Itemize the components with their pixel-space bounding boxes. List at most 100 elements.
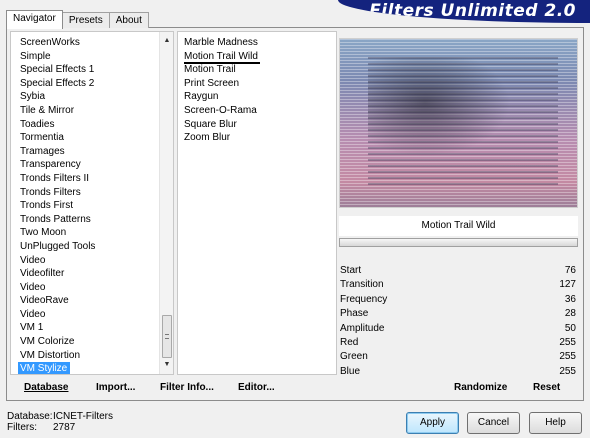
param-name: Green bbox=[340, 351, 368, 363]
database-info: Database:ICNET-Filters Filters: 2787 bbox=[7, 411, 113, 433]
category-item[interactable]: VM Colorize bbox=[11, 335, 159, 349]
filter-item[interactable]: Screen-O-Rama bbox=[184, 104, 260, 118]
filter-item-label: Screen-O-Rama bbox=[184, 104, 257, 116]
filter-item-label: Marble Madness bbox=[184, 37, 258, 48]
editor-button[interactable]: Editor... bbox=[238, 382, 275, 393]
cancel-button[interactable]: Cancel bbox=[467, 412, 520, 434]
import-button[interactable]: Import... bbox=[96, 382, 135, 393]
filter-item[interactable]: Motion Trail bbox=[184, 63, 260, 77]
tab-bar: Navigator Presets About bbox=[6, 10, 149, 29]
filter-item-label: Motion Trail Wild bbox=[184, 51, 260, 65]
category-item[interactable]: Tronds Filters II bbox=[11, 172, 159, 186]
filter-item[interactable]: Print Screen bbox=[184, 77, 260, 91]
category-items: ScreenWorks Simple Special Effects 1 Specia… bbox=[11, 36, 159, 374]
param-name: Transition bbox=[340, 279, 384, 291]
param-value: 36 bbox=[564, 293, 576, 305]
param-name: Red bbox=[340, 336, 359, 348]
param-value: 50 bbox=[564, 322, 576, 334]
param-row[interactable]: Blue 255 bbox=[339, 365, 578, 379]
param-row[interactable]: Start 76 bbox=[339, 264, 578, 278]
category-item[interactable]: Toadies bbox=[11, 118, 159, 132]
apply-button[interactable]: Apply bbox=[406, 412, 459, 434]
tab-navigator[interactable]: Navigator bbox=[6, 10, 63, 29]
category-item[interactable]: Tronds First bbox=[11, 199, 159, 213]
database-button[interactable]: Database bbox=[24, 382, 68, 393]
category-item[interactable]: Tile & Mirror bbox=[11, 104, 159, 118]
param-row[interactable]: Phase 28 bbox=[339, 307, 578, 321]
category-item[interactable]: VM Stylize bbox=[18, 362, 70, 374]
database-info-value: ICNET-Filters bbox=[53, 411, 113, 422]
param-name: Amplitude bbox=[340, 322, 385, 334]
preview-content bbox=[368, 57, 558, 187]
filter-item-label: Print Screen bbox=[184, 77, 240, 89]
param-row[interactable]: Frequency 36 bbox=[339, 293, 578, 307]
param-row[interactable]: Transition 127 bbox=[339, 278, 578, 292]
category-item[interactable]: Video bbox=[11, 308, 159, 322]
param-name: Blue bbox=[340, 365, 361, 377]
navigator-panel: ScreenWorks Simple Special Effects 1 Specia… bbox=[6, 27, 584, 401]
param-name: Frequency bbox=[340, 293, 388, 305]
parameter-list: Start 76 Transition 127 Frequency 36 Phase 28 Am… bbox=[339, 264, 578, 379]
scroll-thumb[interactable] bbox=[162, 315, 172, 358]
param-row[interactable]: Green 255 bbox=[339, 350, 578, 364]
filter-items: Marble Madness Motion Trail Wild Motion Tr… bbox=[184, 36, 260, 145]
title-banner: Filters Unlimited 2.0 bbox=[338, 0, 590, 23]
param-name: Phase bbox=[340, 308, 369, 320]
param-value: 255 bbox=[559, 336, 576, 348]
param-row[interactable]: Amplitude 50 bbox=[339, 322, 578, 336]
param-value: 127 bbox=[559, 279, 576, 291]
filter-item[interactable]: Square Blur bbox=[184, 118, 260, 132]
category-item[interactable]: Tronds Filters bbox=[11, 186, 159, 200]
current-filter-name: Motion Trail Wild bbox=[339, 216, 578, 236]
database-label: Database bbox=[24, 382, 69, 393]
filter-item[interactable]: Raygun bbox=[184, 90, 260, 104]
filter-item[interactable]: Marble Madness bbox=[184, 36, 260, 50]
category-item[interactable]: Videofilter bbox=[11, 267, 159, 281]
param-row[interactable]: Red 255 bbox=[339, 336, 578, 350]
param-name: Start bbox=[340, 265, 362, 276]
param-value: 255 bbox=[559, 351, 576, 363]
filter-list[interactable]: Marble Madness Motion Trail Wild Motion Tr… bbox=[177, 31, 337, 375]
category-item[interactable]: Simple bbox=[11, 50, 159, 64]
filters-count-label: Filters: bbox=[7, 422, 37, 433]
category-item[interactable]: Tormentia bbox=[11, 131, 159, 145]
filter-item[interactable]: Motion Trail Wild bbox=[184, 50, 260, 65]
category-item[interactable]: UnPlugged Tools bbox=[11, 240, 159, 254]
category-scrollbar[interactable]: ▲ ▼ bbox=[159, 32, 173, 374]
category-item[interactable]: Sybia bbox=[11, 90, 159, 104]
category-item[interactable]: Tramages bbox=[11, 145, 159, 159]
filter-item-label: Raygun bbox=[184, 91, 219, 103]
filter-item-label: Square Blur bbox=[184, 118, 237, 130]
category-item[interactable]: Two Moon bbox=[11, 226, 159, 240]
category-item[interactable]: VideoRave bbox=[11, 294, 159, 308]
scroll-up-icon[interactable]: ▲ bbox=[160, 34, 173, 48]
category-item[interactable]: Transparency bbox=[11, 158, 159, 172]
scroll-down-icon[interactable]: ▼ bbox=[160, 358, 173, 372]
app-title: Filters Unlimited 2.0 bbox=[369, 1, 576, 21]
category-item[interactable]: Video bbox=[11, 254, 159, 268]
tab-presets[interactable]: Presets bbox=[61, 12, 110, 28]
randomize-button[interactable]: Randomize bbox=[454, 382, 507, 393]
tab-about[interactable]: About bbox=[108, 12, 149, 28]
filter-item[interactable]: Zoom Blur bbox=[184, 131, 260, 145]
filters-count-value: 2787 bbox=[53, 422, 76, 433]
category-item[interactable]: Tronds Patterns bbox=[11, 213, 159, 227]
category-item[interactable]: VM Distortion bbox=[11, 349, 159, 363]
category-item[interactable]: VM 1 bbox=[11, 321, 159, 335]
panel-toolbar: Database Import... Filter Info... Editor… bbox=[7, 378, 583, 400]
category-list[interactable]: ScreenWorks Simple Special Effects 1 Specia… bbox=[10, 31, 174, 375]
category-item[interactable]: Special Effects 2 bbox=[11, 77, 159, 91]
category-item[interactable]: ScreenWorks bbox=[11, 36, 159, 50]
reset-button[interactable]: Reset bbox=[533, 382, 560, 393]
filter-info-button[interactable]: Filter Info... bbox=[160, 382, 214, 393]
category-item[interactable]: Video bbox=[11, 281, 159, 295]
grip-icon bbox=[165, 334, 169, 339]
filter-item-label: Motion Trail bbox=[184, 64, 236, 76]
preview-image bbox=[339, 38, 578, 208]
help-button[interactable]: Help bbox=[529, 412, 582, 434]
param-value: 28 bbox=[564, 308, 576, 320]
category-item[interactable]: Special Effects 1 bbox=[11, 63, 159, 77]
filter-item-label: Zoom Blur bbox=[184, 132, 231, 144]
database-info-label: Database: bbox=[7, 411, 53, 422]
progress-bar bbox=[339, 238, 578, 247]
